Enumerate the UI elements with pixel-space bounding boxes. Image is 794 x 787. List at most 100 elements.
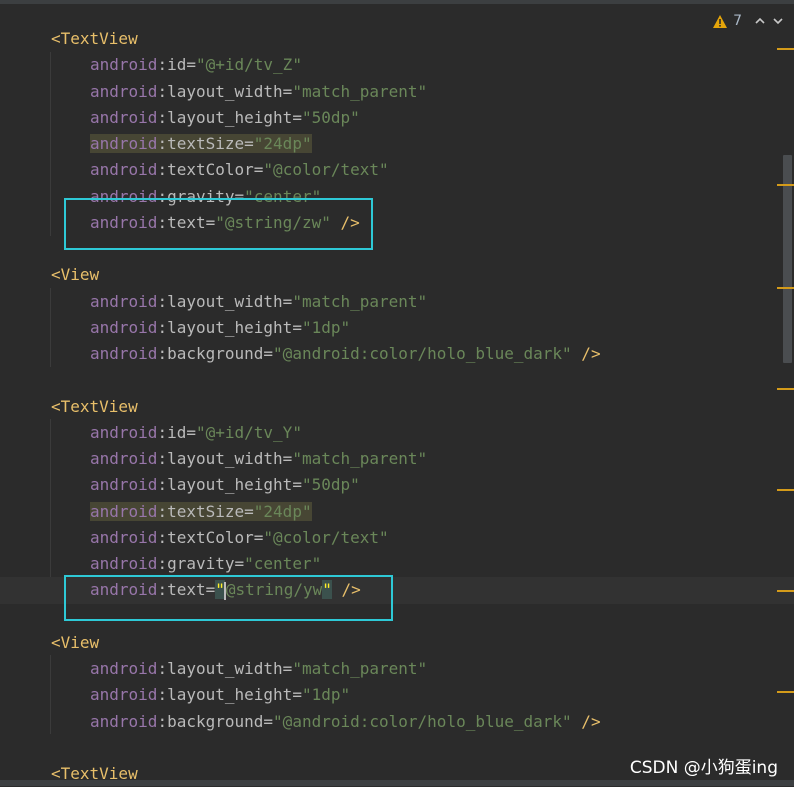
xml-value: "@android:color/holo_blue_dark"	[273, 711, 572, 731]
code-line[interactable]: android:layout_width="match_parent"	[0, 656, 794, 682]
code-line[interactable]: android:layout_height="50dp"	[0, 472, 794, 498]
xml-namespace: android	[90, 55, 158, 75]
xml-value: "match_parent"	[292, 81, 428, 101]
xml-value: "50dp"	[301, 107, 360, 127]
xml-namespace: android	[90, 659, 158, 678]
xml-namespace: android	[90, 291, 158, 311]
xml-value: "50dp"	[301, 475, 360, 495]
attribute-value: ="50dp"	[292, 108, 359, 127]
attribute-name: android:layout_height	[90, 108, 292, 127]
editor-bottom-border	[0, 780, 794, 786]
equals-sign: =	[244, 501, 254, 521]
warning-marker[interactable]	[777, 590, 794, 592]
code-line[interactable]: android:layout_width="match_parent"	[0, 79, 794, 105]
code-line[interactable]: <TextView	[0, 394, 794, 420]
attribute-value: ="24dp"	[244, 134, 312, 153]
equals-sign: =	[186, 422, 196, 442]
xml-attribute: textColor	[167, 527, 254, 547]
equals-sign: =	[234, 554, 245, 573]
code-line[interactable]: android:textColor="@color/text"	[0, 525, 794, 551]
warning-marker[interactable]	[777, 287, 794, 289]
code-line[interactable]: android:gravity="center"	[0, 551, 794, 577]
warning-marker[interactable]	[777, 489, 794, 491]
attribute-value: ="match_parent"	[283, 449, 428, 468]
attribute-name: android:textSize	[90, 134, 245, 153]
xml-attribute: layout_height	[167, 475, 293, 495]
xml-value: "24dp"	[253, 134, 312, 153]
equals-sign: =	[253, 527, 264, 547]
xml-namespace: android	[90, 107, 158, 127]
xml-attribute: background	[167, 344, 264, 363]
vertical-scrollbar[interactable]	[783, 155, 792, 363]
xml-namespace: android	[90, 475, 158, 495]
warning-marker[interactable]	[777, 388, 794, 390]
attribute-value: ="@android:color/holo_blue_dark"	[263, 712, 571, 731]
equals-sign: =	[263, 344, 274, 363]
warning-marker[interactable]	[777, 184, 794, 186]
attribute-name: android:textColor	[90, 160, 254, 179]
equals-sign: =	[282, 449, 293, 468]
xml-attribute: textColor	[167, 160, 254, 180]
watermark: CSDN @小狗蛋ing	[629, 758, 778, 778]
xml-value: "match_parent"	[292, 449, 428, 468]
attribute-name: android:layout_height	[90, 318, 292, 337]
attribute-name: android:layout_width	[90, 82, 283, 101]
xml-tag[interactable]: <View	[51, 265, 99, 284]
code-line[interactable]: android:textSize="24dp"	[0, 499, 794, 525]
code-line[interactable]: android:textSize="24dp"	[0, 131, 794, 157]
code-line[interactable]: android:id="@+id/tv_Y"	[0, 420, 794, 446]
code-line[interactable]: android:layout_height="1dp"	[0, 315, 794, 341]
highlight-box	[64, 575, 393, 621]
editor-top-border	[0, 0, 794, 4]
equals-sign: =	[292, 475, 302, 495]
equals-sign: =	[263, 711, 274, 731]
attribute-value: ="@color/text"	[254, 528, 389, 547]
xml-namespace: android	[90, 501, 158, 521]
code-editor[interactable]: 7 <TextView android:id="@+id/tv_Z" android…	[0, 0, 794, 786]
namespace-colon: :	[157, 134, 168, 153]
xml-attribute: layout_width	[167, 449, 283, 468]
code-line[interactable]: android:textColor="@color/text"	[0, 157, 794, 183]
xml-value: "@color/text"	[263, 527, 389, 547]
code-line[interactable]: <View	[0, 262, 794, 288]
attribute-name: android:id	[90, 55, 186, 74]
xml-value: "@android:color/holo_blue_dark"	[273, 344, 572, 363]
code-line[interactable]: android:layout_width="match_parent"	[0, 446, 794, 472]
xml-namespace: android	[90, 449, 158, 468]
attribute-name: android:background	[90, 344, 263, 363]
namespace-colon: :	[157, 685, 168, 705]
xml-value: "@color/text"	[263, 160, 389, 180]
code-line[interactable]: android:layout_height="1dp"	[0, 682, 794, 708]
code-line[interactable]: android:layout_width="match_parent"	[0, 289, 794, 315]
namespace-colon: :	[157, 55, 168, 75]
namespace-colon: :	[157, 449, 168, 468]
attribute-value: ="1dp"	[292, 685, 350, 704]
equals-sign: =	[282, 659, 293, 678]
xml-namespace: android	[90, 81, 158, 101]
attribute-name: android:background	[90, 712, 263, 731]
tag-close: />	[571, 344, 601, 363]
code-line[interactable]: android:background="@android:color/holo_…	[0, 341, 794, 367]
code-lines[interactable]: <TextView android:id="@+id/tv_Z" android:l…	[0, 26, 794, 787]
xml-attribute: layout_width	[167, 291, 283, 311]
code-line[interactable]: <TextView	[0, 26, 794, 52]
code-line[interactable]: <View	[0, 630, 794, 656]
code-line[interactable]	[0, 367, 794, 393]
xml-tag[interactable]: <TextView	[51, 397, 138, 416]
xml-tag[interactable]: <View	[51, 633, 99, 652]
xml-namespace: android	[90, 527, 158, 547]
warning-marker[interactable]	[777, 691, 794, 693]
attribute-value: ="center"	[235, 554, 322, 573]
xml-namespace: android	[90, 317, 158, 337]
xml-namespace: android	[90, 422, 158, 442]
code-line[interactable]: android:background="@android:color/holo_…	[0, 709, 794, 735]
namespace-colon: :	[157, 291, 168, 311]
attribute-value: ="@+id/tv_Y"	[186, 423, 302, 442]
code-line[interactable]: android:layout_height="50dp"	[0, 105, 794, 131]
code-line[interactable]: android:id="@+id/tv_Z"	[0, 52, 794, 78]
equals-sign: =	[244, 134, 254, 153]
xml-tag[interactable]: <TextView	[51, 29, 138, 48]
attribute-value: ="match_parent"	[283, 292, 428, 311]
warning-marker[interactable]	[777, 48, 794, 50]
attribute-value: ="24dp"	[244, 501, 312, 521]
